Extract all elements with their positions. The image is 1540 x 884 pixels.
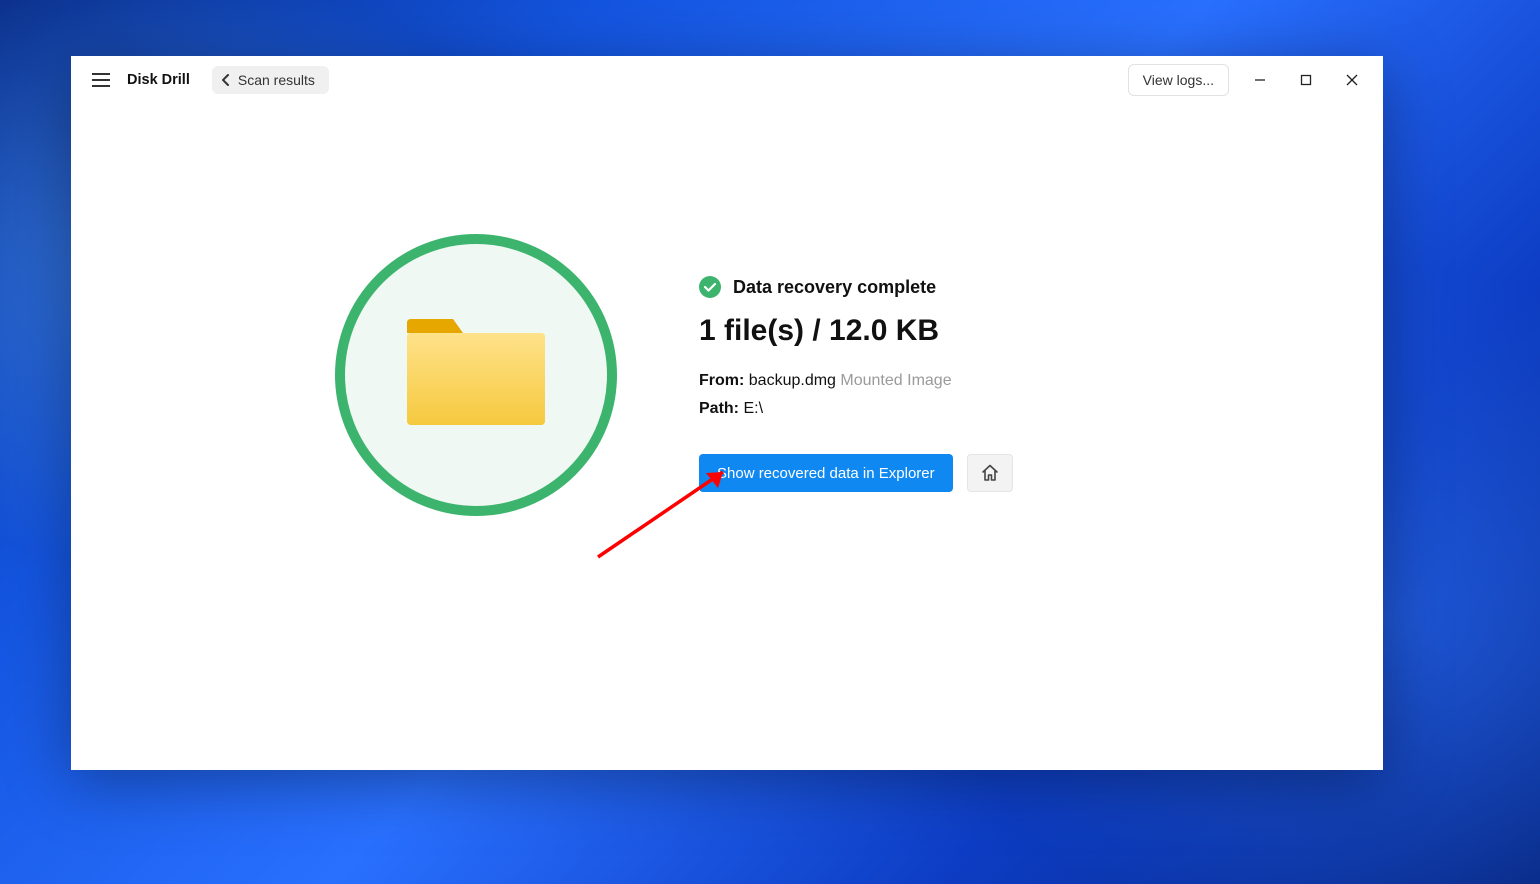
breadcrumb-label: Scan results [238,72,315,88]
view-logs-button[interactable]: View logs... [1128,64,1229,96]
content-area: Data recovery complete 1 file(s) / 12.0 … [71,104,1383,770]
maximize-icon [1300,74,1312,86]
path-value: E:\ [743,400,763,417]
chevron-left-icon [222,74,230,86]
folder-icon [401,315,551,435]
from-suffix: Mounted Image [840,372,951,389]
status-row: Data recovery complete [699,276,1119,298]
breadcrumb-scan-results[interactable]: Scan results [212,66,329,94]
close-icon [1346,74,1358,86]
minimize-button[interactable] [1237,64,1283,96]
status-text: Data recovery complete [733,277,936,298]
close-button[interactable] [1329,64,1375,96]
checkmark-circle-icon [699,276,721,298]
app-title: Disk Drill [127,72,190,88]
from-line: From: backup.dmg Mounted Image [699,372,1119,390]
home-button[interactable] [967,454,1013,492]
minimize-icon [1254,74,1266,86]
from-label: From: [699,372,744,389]
window-controls [1237,64,1375,96]
result-summary: 1 file(s) / 12.0 KB [699,314,1119,348]
titlebar: Disk Drill Scan results View logs... [71,56,1383,104]
from-value: backup.dmg [749,372,836,389]
maximize-button[interactable] [1283,64,1329,96]
show-in-explorer-button[interactable]: Show recovered data in Explorer [699,454,953,492]
app-window: Disk Drill Scan results View logs... [71,56,1383,770]
home-icon [981,464,999,482]
folder-illustration [335,234,617,516]
hamburger-icon [92,73,110,87]
menu-button[interactable] [85,64,117,96]
button-row: Show recovered data in Explorer [699,454,1119,492]
path-line: Path: E:\ [699,400,1119,418]
path-label: Path: [699,400,739,417]
details-column: Data recovery complete 1 file(s) / 12.0 … [699,234,1119,492]
